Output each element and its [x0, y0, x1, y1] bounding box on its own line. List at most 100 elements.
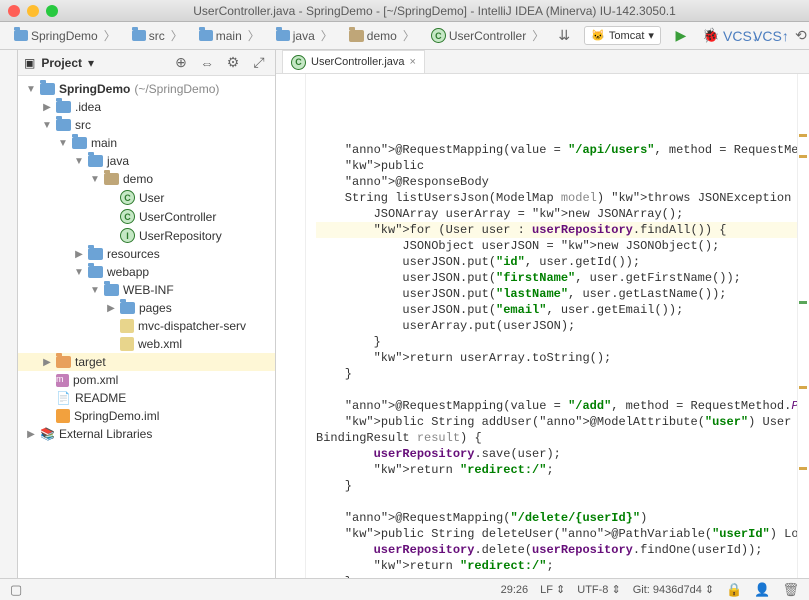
tree-node[interactable]: ▼demo: [18, 170, 275, 188]
zoom-window-icon[interactable]: [46, 5, 58, 17]
minimize-window-icon[interactable]: [27, 5, 39, 17]
tree-node[interactable]: ▶📚External Libraries: [18, 425, 275, 443]
project-tree[interactable]: ▼SpringDemo (~/SpringDemo)▶.idea▼src▼mai…: [18, 76, 275, 578]
hide-panel-icon[interactable]: ⤢: [249, 53, 269, 73]
tree-node[interactable]: ▼webapp: [18, 263, 275, 281]
breadcrumb-main[interactable]: main〉: [193, 25, 266, 46]
code-line[interactable]: }: [316, 478, 797, 494]
tree-node[interactable]: web.xml: [18, 335, 275, 353]
tree-node[interactable]: ▼java: [18, 152, 275, 170]
run-config-dropdown[interactable]: 🐱 Tomcat ▾: [584, 26, 661, 45]
vcs-commit-icon[interactable]: VCS↑: [761, 26, 781, 46]
code-line[interactable]: "anno">@RequestMapping(value = "/api/use…: [316, 142, 797, 158]
code-line[interactable]: userJSON.put("firstName", user.getFirstN…: [316, 270, 797, 286]
code-line[interactable]: userJSON.put("email", user.getEmail());: [316, 302, 797, 318]
breadcrumb-java[interactable]: java〉: [270, 25, 339, 46]
vcs-update-icon[interactable]: VCS↓: [731, 26, 751, 46]
history-icon[interactable]: ⟲: [791, 26, 809, 46]
tree-arrow[interactable]: ▶: [42, 357, 52, 368]
tree-node[interactable]: ▼main: [18, 134, 275, 152]
tree-arrow[interactable]: ▶: [74, 249, 84, 260]
tree-label: pom.xml: [73, 373, 118, 387]
tree-arrow[interactable]: ▼: [58, 138, 68, 149]
code-line[interactable]: userRepository.delete(userRepository.fin…: [316, 542, 797, 558]
close-window-icon[interactable]: [8, 5, 20, 17]
make-project-icon[interactable]: ⇊: [554, 26, 574, 46]
code-line[interactable]: "kw">return "redirect:/";: [316, 462, 797, 478]
gutter[interactable]: [276, 74, 306, 578]
code-line[interactable]: }: [316, 334, 797, 350]
trash-icon[interactable]: 🗑: [782, 582, 799, 598]
code-line[interactable]: userArray.put(userJSON);: [316, 318, 797, 334]
tree-node[interactable]: mvc-dispatcher-serv: [18, 317, 275, 335]
git-branch[interactable]: Git: 9436d7d4 ⇕: [633, 583, 714, 596]
code-line[interactable]: JSONArray userArray = "kw">new JSONArray…: [316, 206, 797, 222]
code-line[interactable]: }: [316, 366, 797, 382]
tree-arrow[interactable]: ▼: [90, 285, 100, 296]
inspector-icon[interactable]: 👤: [754, 582, 770, 598]
code-line[interactable]: "kw">public String addUser("anno">@Model…: [316, 414, 797, 430]
close-tab-icon[interactable]: ×: [410, 56, 416, 68]
breadcrumb-demo[interactable]: demo〉: [343, 25, 421, 46]
breadcrumb-usercontroller[interactable]: CUserController〉: [425, 25, 550, 46]
code-line[interactable]: userRepository.save(user);: [316, 446, 797, 462]
tree-node[interactable]: ▼SpringDemo (~/SpringDemo): [18, 80, 275, 98]
line-separator[interactable]: LF ⇕: [540, 583, 565, 596]
tree-node[interactable]: ▶.idea: [18, 98, 275, 116]
gear-icon[interactable]: ⚙: [223, 53, 243, 73]
code-editor[interactable]: "anno">@RequestMapping(value = "/api/use…: [276, 74, 797, 578]
code-line[interactable]: "kw">return userArray.toString();: [316, 350, 797, 366]
code-line[interactable]: "anno">@RequestMapping(value = "/add", m…: [316, 398, 797, 414]
tree-node[interactable]: ▼WEB-INF: [18, 281, 275, 299]
breadcrumb-springdemo[interactable]: SpringDemo〉: [8, 25, 122, 46]
code-line[interactable]: JSONObject userJSON = "kw">new JSONObjec…: [316, 238, 797, 254]
tree-node[interactable]: ▶pages: [18, 299, 275, 317]
breadcrumb-src[interactable]: src〉: [126, 25, 189, 46]
tree-node[interactable]: CUser: [18, 188, 275, 207]
code-line[interactable]: "kw">for (User user : userRepository.fin…: [316, 222, 797, 238]
tree-arrow[interactable]: ▼: [42, 120, 52, 131]
code-line[interactable]: "anno">@ResponseBody: [316, 174, 797, 190]
code-line[interactable]: "kw">public String deleteUser("anno">@Pa…: [316, 526, 797, 542]
project-panel-title[interactable]: Project: [41, 56, 82, 70]
tree-node[interactable]: mpom.xml: [18, 371, 275, 389]
editor-tab-usercontroller[interactable]: C UserController.java ×: [282, 50, 425, 73]
editor-tabbar: C UserController.java ×: [276, 50, 809, 74]
tree-node[interactable]: ▶target: [18, 353, 275, 371]
error-stripe[interactable]: [797, 74, 809, 578]
code-line[interactable]: userJSON.put("lastName", user.getLastNam…: [316, 286, 797, 302]
status-icon[interactable]: ▢: [10, 582, 22, 598]
lock-icon[interactable]: 🔒: [726, 582, 742, 598]
tree-node[interactable]: ▶resources: [18, 245, 275, 263]
tree-arrow[interactable]: ▶: [106, 303, 116, 314]
chevron-down-icon[interactable]: ▾: [88, 56, 94, 70]
code-line[interactable]: [316, 494, 797, 510]
left-tool-strip[interactable]: [0, 50, 18, 578]
code-line[interactable]: [316, 126, 797, 142]
code-line[interactable]: String listUsersJson(ModelMap model) "kw…: [316, 190, 797, 206]
tree-node[interactable]: ▼src: [18, 116, 275, 134]
tree-arrow[interactable]: ▼: [74, 156, 84, 167]
file-encoding[interactable]: UTF-8 ⇕: [577, 583, 620, 596]
cursor-position[interactable]: 29:26: [501, 584, 529, 596]
tree-arrow[interactable]: ▶: [42, 102, 52, 113]
tree-node[interactable]: 📄README: [18, 389, 275, 407]
tree-node[interactable]: IUserRepository: [18, 226, 275, 245]
tree-node[interactable]: SpringDemo.iml: [18, 407, 275, 425]
code-line[interactable]: "kw">return "redirect:/";: [316, 558, 797, 574]
tree-arrow[interactable]: ▶: [26, 429, 36, 440]
code-line[interactable]: [316, 382, 797, 398]
code-line[interactable]: }: [316, 574, 797, 578]
tree-node[interactable]: CUserController: [18, 207, 275, 226]
scroll-from-source-icon[interactable]: ⊕: [171, 53, 191, 73]
run-button[interactable]: ▶: [671, 26, 691, 46]
code-line[interactable]: "anno">@RequestMapping("/delete/{userId}…: [316, 510, 797, 526]
code-line[interactable]: userJSON.put("id", user.getId());: [316, 254, 797, 270]
tree-arrow[interactable]: ▼: [90, 174, 100, 185]
code-line[interactable]: "kw">public: [316, 158, 797, 174]
code-line[interactable]: BindingResult result) {: [316, 430, 797, 446]
debug-button[interactable]: 🐞: [701, 26, 721, 46]
tree-arrow[interactable]: ▼: [74, 267, 84, 278]
collapse-all-icon[interactable]: ⇔: [197, 53, 217, 73]
tree-arrow[interactable]: ▼: [26, 84, 36, 95]
